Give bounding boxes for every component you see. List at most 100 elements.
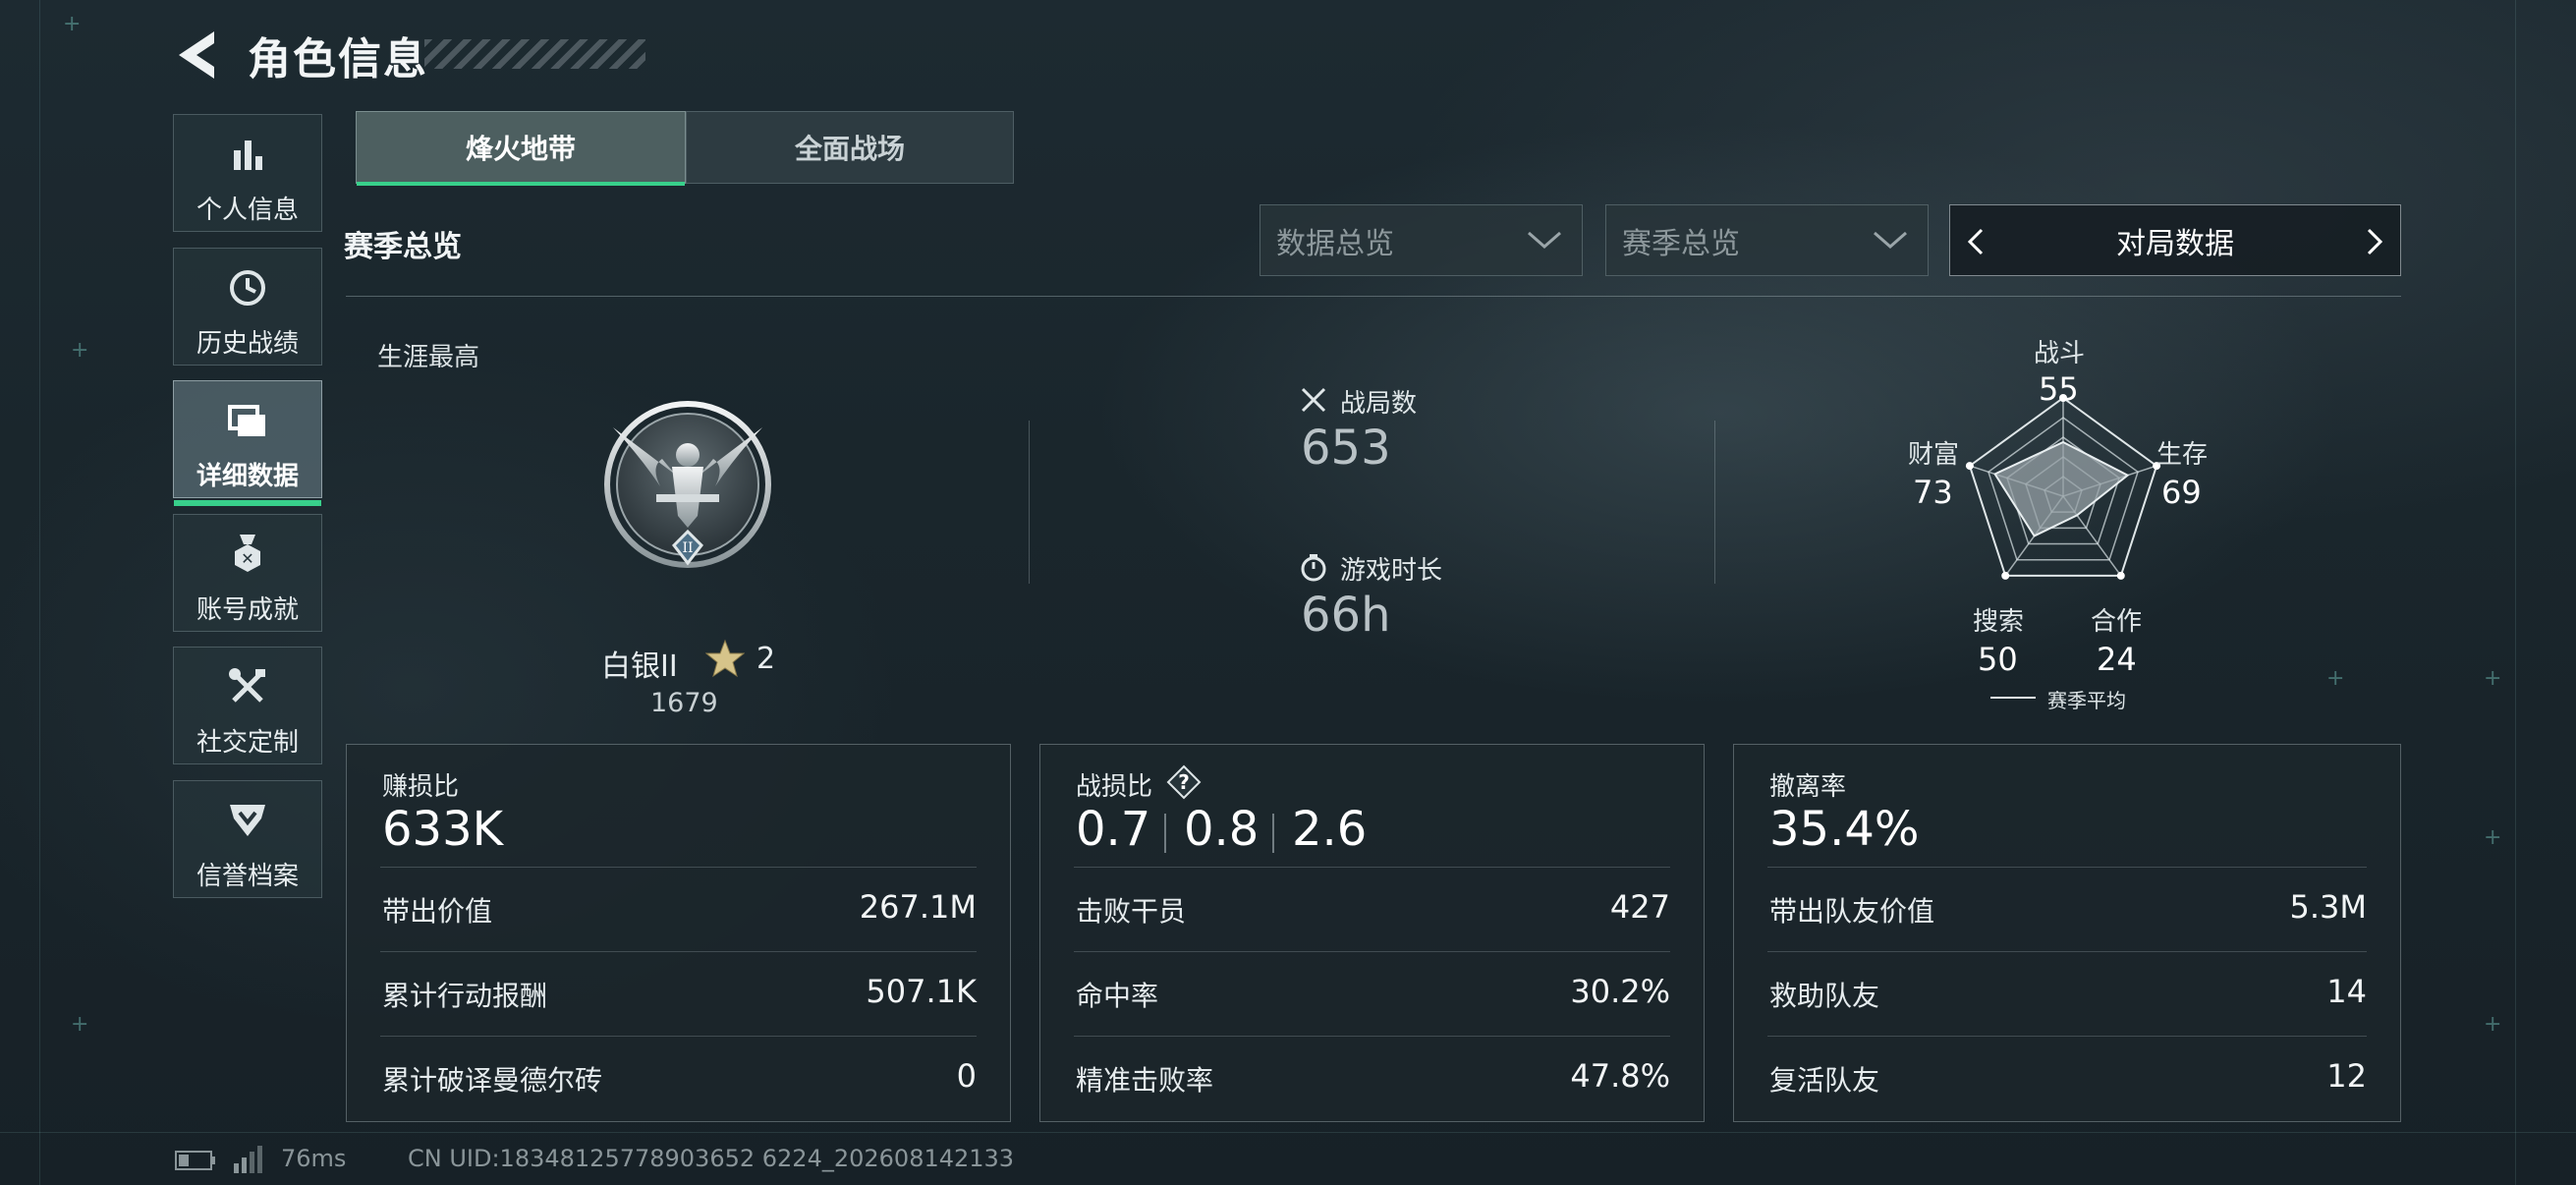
sidebar-item-label: 详细数据 [196,462,299,491]
row-label: 带出队友价值 [1769,895,1935,928]
crosshair-icon: + [63,12,82,36]
back-arrow-icon[interactable] [175,29,222,81]
page-title: 角色信息 [248,34,428,85]
radar-value-survival: 69 [2161,474,2202,511]
crosshair-icon: + [71,1012,89,1037]
sidebar-item-personal-info[interactable]: 个人信息 [173,114,322,232]
svg-text:II: II [682,540,693,556]
rank-score: 1679 [650,688,718,718]
selector-value: 对局数据 [2116,226,2234,261]
sidebar-item-achievements[interactable]: ✕ 账号成就 [173,514,322,632]
frame-line [2515,0,2516,1185]
signal-icon [234,1146,262,1173]
matches-value: 653 [1301,421,1391,476]
rank-name: 白银II [601,649,678,684]
card-main-value: 633K [382,802,504,857]
svg-text:✕: ✕ [241,549,253,568]
radar-label-search: 搜索 [1973,607,2025,637]
divider [1029,421,1030,584]
extraction-card: 撤离率 35.4% 带出队友价值 5.3M 救助队友 14 复活队友 12 [1733,744,2401,1122]
kd-value-2: 0.8 [1184,802,1260,857]
row-label: 精准击败率 [1076,1064,1214,1097]
sidebar-item-detailed-data[interactable]: 详细数据 [173,380,322,506]
radar-label-cooperation: 合作 [2091,607,2143,637]
row-divider [1074,951,1670,952]
data-overview-dropdown[interactable]: 数据总览 [1260,204,1583,276]
row-label: 累计行动报酬 [382,980,548,1012]
row-value: 267.1M [859,888,977,926]
radar-vertex-dot [2116,571,2125,580]
row-divider [380,867,977,868]
radar-value-polygon [1993,440,2130,537]
radar-value-search: 50 [1978,641,2018,678]
kd-card: 战损比 ? 0.7 0.8 2.6 击败干员 427 命中率 30.2% 精准击… [1039,744,1705,1122]
legend-label: 赛季平均 [2047,689,2126,712]
frame-line [0,1132,2576,1133]
row-divider [1767,1036,2367,1037]
sidebar-item-history[interactable]: 历史战绩 [173,248,322,366]
card-title: 撤离率 [1769,772,1847,802]
career-highest-label: 生涯最高 [377,343,480,372]
help-icon[interactable]: ? [1166,764,1202,800]
row-value: 12 [2326,1057,2367,1095]
row-value: 0 [956,1057,977,1095]
sidebar-item-social[interactable]: 社交定制 [173,647,322,764]
radar-value-cooperation: 24 [2097,641,2137,678]
value-separator [1164,814,1166,853]
frame-line [39,0,40,1185]
matches-label: 战局数 [1340,389,1418,419]
row-divider [1767,867,2367,868]
crosshair-icon: + [2326,666,2345,691]
stopwatch-icon [1301,554,1326,582]
row-divider [1074,1036,1670,1037]
bar-chart-icon [174,133,321,176]
dropdown-value: 数据总览 [1276,226,1394,261]
kd-value-1: 0.7 [1076,802,1151,857]
chevron-down-icon [1528,231,1561,249]
season-overview-dropdown[interactable]: 赛季总览 [1605,204,1929,276]
sidebar-item-label: 个人信息 [196,196,299,225]
value-separator [1272,814,1274,853]
radar-label-wealth: 财富 [1908,440,1960,470]
chevron-left-icon[interactable] [1964,227,1988,256]
divider [1714,421,1715,584]
row-value: 14 [2326,973,2367,1010]
tab-label: 烽火地带 [465,133,576,165]
radar-value-wealth: 73 [1913,474,1953,511]
row-label: 救助队友 [1769,980,1880,1012]
row-label: 命中率 [1076,980,1159,1012]
svg-text:?: ? [1178,770,1190,794]
row-label: 击败干员 [1076,895,1187,928]
sidebar-item-label: 信誉档案 [196,862,299,891]
tab-firezone[interactable]: 烽火地带 [356,111,686,186]
crosshair-icon: + [2484,666,2502,691]
radar-vertex-dot [2001,571,2010,580]
crosshair-icon: + [2484,1012,2502,1037]
sidebar-item-credit[interactable]: 信誉档案 [173,780,322,898]
crosshair-icon: + [71,338,89,363]
match-data-selector[interactable]: 对局数据 [1949,204,2401,276]
dropdown-value: 赛季总览 [1622,226,1740,261]
sidebar-item-label: 历史战绩 [196,329,299,359]
row-label: 复活队友 [1769,1064,1880,1097]
row-value: 427 [1609,888,1670,926]
crosshair-icon: + [2484,825,2502,850]
rank-badge: II [604,401,771,568]
user-uid: CN UID:18348125778903652 6224_2026081421… [408,1145,1015,1172]
row-divider [380,951,977,952]
profit-card: 赚损比 633K 带出价值 267.1M 累计行动报酬 507.1K 累计破译曼… [346,744,1011,1122]
shield-badge-icon [174,799,321,842]
row-value: 47.8% [1570,1057,1670,1095]
title-decoration [424,39,645,69]
chevron-right-icon[interactable] [2363,227,2386,256]
section-title: 赛季总览 [344,230,462,264]
tools-icon [174,665,321,708]
tab-full-battlefield[interactable]: 全面战场 [686,111,1014,184]
radar-value-combat: 55 [2039,370,2079,408]
chevron-down-icon [1874,231,1907,249]
row-label: 累计破译曼德尔砖 [382,1064,603,1097]
sidebar-item-label: 账号成就 [196,595,299,625]
stacked-cards-icon [174,399,321,442]
playtime-label: 游戏时长 [1340,556,1443,586]
row-label: 带出价值 [382,895,493,928]
